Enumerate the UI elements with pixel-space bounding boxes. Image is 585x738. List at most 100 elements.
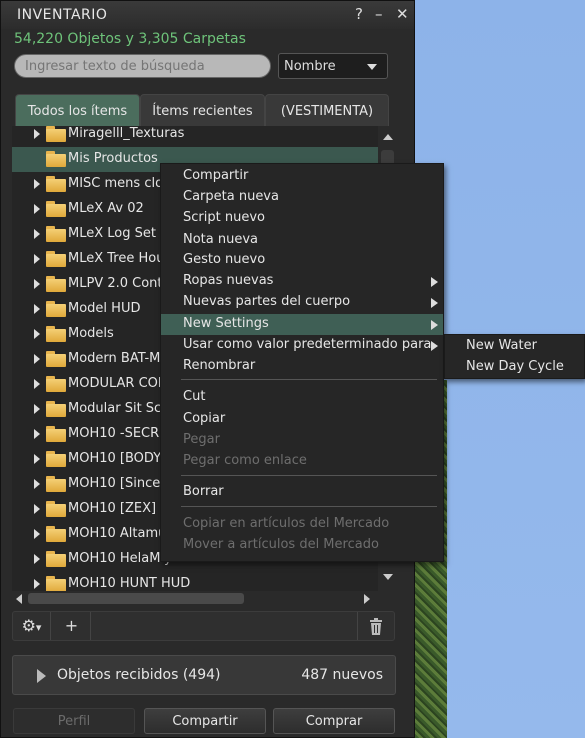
inventory-toolbar: ⚙▾ + [12,611,395,641]
menu-item-label: Renombrar [183,358,256,373]
menu-item-label: Usar como valor predeterminado para [183,337,432,352]
tree-row-label: MOH10 HUNT HUD [68,576,191,591]
horizontal-scroll-thumb[interactable] [28,593,244,604]
tree-row-label: MOH10 [ZEX] C [68,501,170,516]
chevron-down-icon [367,64,377,70]
expand-arrow-icon[interactable] [34,179,40,189]
menu-item-label: Carpeta nueva [183,189,279,204]
tree-row-label: MOH10 -SECRE [68,426,168,441]
menu-item[interactable]: Nota nueva [161,230,443,251]
menu-item[interactable]: Carpeta nueva [161,187,443,208]
menu-separator [181,475,437,476]
tree-row-label: MISC mens clot [68,176,169,191]
tree-row-label: Models [68,326,114,341]
folder-icon [46,326,66,342]
folder-icon [46,401,66,417]
menu-item[interactable]: Borrar [161,482,443,503]
expand-arrow-icon[interactable] [34,529,40,539]
close-icon[interactable]: ✕ [396,5,409,23]
tree-row-label: Mis Productos [68,151,158,166]
trash-button[interactable] [357,612,393,640]
sort-selected-value: Nombre [284,59,336,74]
tab-all-items[interactable]: Todos los ítems [15,94,140,126]
menu-item[interactable]: Nuevas partes del cuerpo [161,292,443,313]
scroll-up-icon[interactable] [383,134,393,140]
expand-arrow-icon[interactable] [34,579,40,589]
menu-item-label: Gesto nuevo [183,252,266,267]
menu-item[interactable]: Ropas nuevas [161,271,443,292]
folder-icon [46,126,66,142]
sort-dropdown[interactable]: Nombre [278,53,388,79]
search-input[interactable] [14,54,271,78]
folder-icon [46,201,66,217]
expand-arrow-icon[interactable] [34,304,40,314]
scroll-down-icon[interactable] [383,574,393,580]
folder-icon [46,301,66,317]
expand-arrow-icon[interactable] [34,504,40,514]
folder-icon [46,376,66,392]
help-icon[interactable]: ? [355,5,363,23]
received-items-label: Objetos recibidos (494) [57,667,221,683]
menu-item[interactable]: Script nuevo [161,208,443,229]
share-button[interactable]: Compartir [144,708,266,734]
folder-icon [46,226,66,242]
expand-arrow-icon[interactable] [34,429,40,439]
tree-row-label: Modern BAT-MC [68,351,170,366]
folder-icon [46,576,66,591]
tree-row[interactable]: Miragelll_Texturas [12,126,378,147]
received-items-panel[interactable]: Objetos recibidos (494) 487 nuevos [12,655,396,695]
tree-row-label: Modular Sit Scr [68,401,167,416]
expand-arrow-icon[interactable] [34,354,40,364]
menu-item[interactable]: Usar como valor predeterminado para [161,335,443,356]
menu-item-label: Nota nueva [183,232,259,247]
menu-item[interactable]: New Settings [161,314,443,335]
expand-arrow-icon[interactable] [37,669,46,683]
trash-icon [369,618,382,635]
submenu-item[interactable]: New Day Cycle [445,357,585,378]
horizontal-scrollbar[interactable] [12,591,378,606]
title-bar[interactable]: INVENTARIO ? – ✕ [1,1,414,29]
expand-arrow-icon[interactable] [34,454,40,464]
buy-button[interactable]: Comprar [273,708,395,734]
expand-arrow-icon[interactable] [34,554,40,564]
scroll-right-icon[interactable] [364,594,370,604]
menu-separator [181,506,437,507]
expand-arrow-icon[interactable] [34,254,40,264]
chevron-right-icon [431,298,438,308]
menu-item-label: Borrar [183,484,224,499]
minimize-icon[interactable]: – [375,5,383,23]
menu-item[interactable]: Compartir [161,166,443,187]
chevron-right-icon [431,320,438,330]
menu-item: Mover a artículos del Mercado [161,535,443,556]
expand-arrow-icon[interactable] [34,479,40,489]
profile-button[interactable]: Perfil [13,708,135,734]
add-button[interactable]: + [53,612,91,640]
tab-bar: Todos los ítems Ítems recientes (VESTIME… [14,94,389,126]
submenu-item[interactable]: New Water [445,336,585,357]
expand-arrow-icon[interactable] [34,204,40,214]
menu-item[interactable]: Renombrar [161,356,443,377]
tab-recent-items[interactable]: Ítems recientes [140,94,265,126]
gear-menu-button[interactable]: ⚙▾ [13,612,51,640]
scroll-left-icon[interactable] [16,594,22,604]
menu-item: Pegar como enlace [161,451,443,472]
menu-item-label: New Settings [183,316,269,331]
expand-arrow-icon[interactable] [34,329,40,339]
menu-item-label: Nuevas partes del cuerpo [183,294,351,309]
expand-arrow-icon[interactable] [34,129,40,139]
expand-arrow-icon[interactable] [34,279,40,289]
inventory-counts: 54,220 Objetos y 3,305 Carpetas [14,31,246,47]
folder-icon [46,451,66,467]
menu-item[interactable]: Gesto nuevo [161,250,443,271]
tree-row-label: MLPV 2.0 Cont [68,276,163,291]
menu-item[interactable]: Copiar [161,409,443,430]
tree-row[interactable]: MOH10 HUNT HUD [12,572,378,591]
chevron-down-icon: ▾ [35,621,42,634]
chevron-right-icon [431,277,438,287]
expand-arrow-icon[interactable] [34,404,40,414]
expand-arrow-icon[interactable] [34,229,40,239]
menu-item[interactable]: Cut [161,387,443,408]
tab-worn-items[interactable]: (VESTIMENTA) [265,94,389,126]
expand-arrow-icon[interactable] [34,379,40,389]
menu-separator [181,379,437,380]
